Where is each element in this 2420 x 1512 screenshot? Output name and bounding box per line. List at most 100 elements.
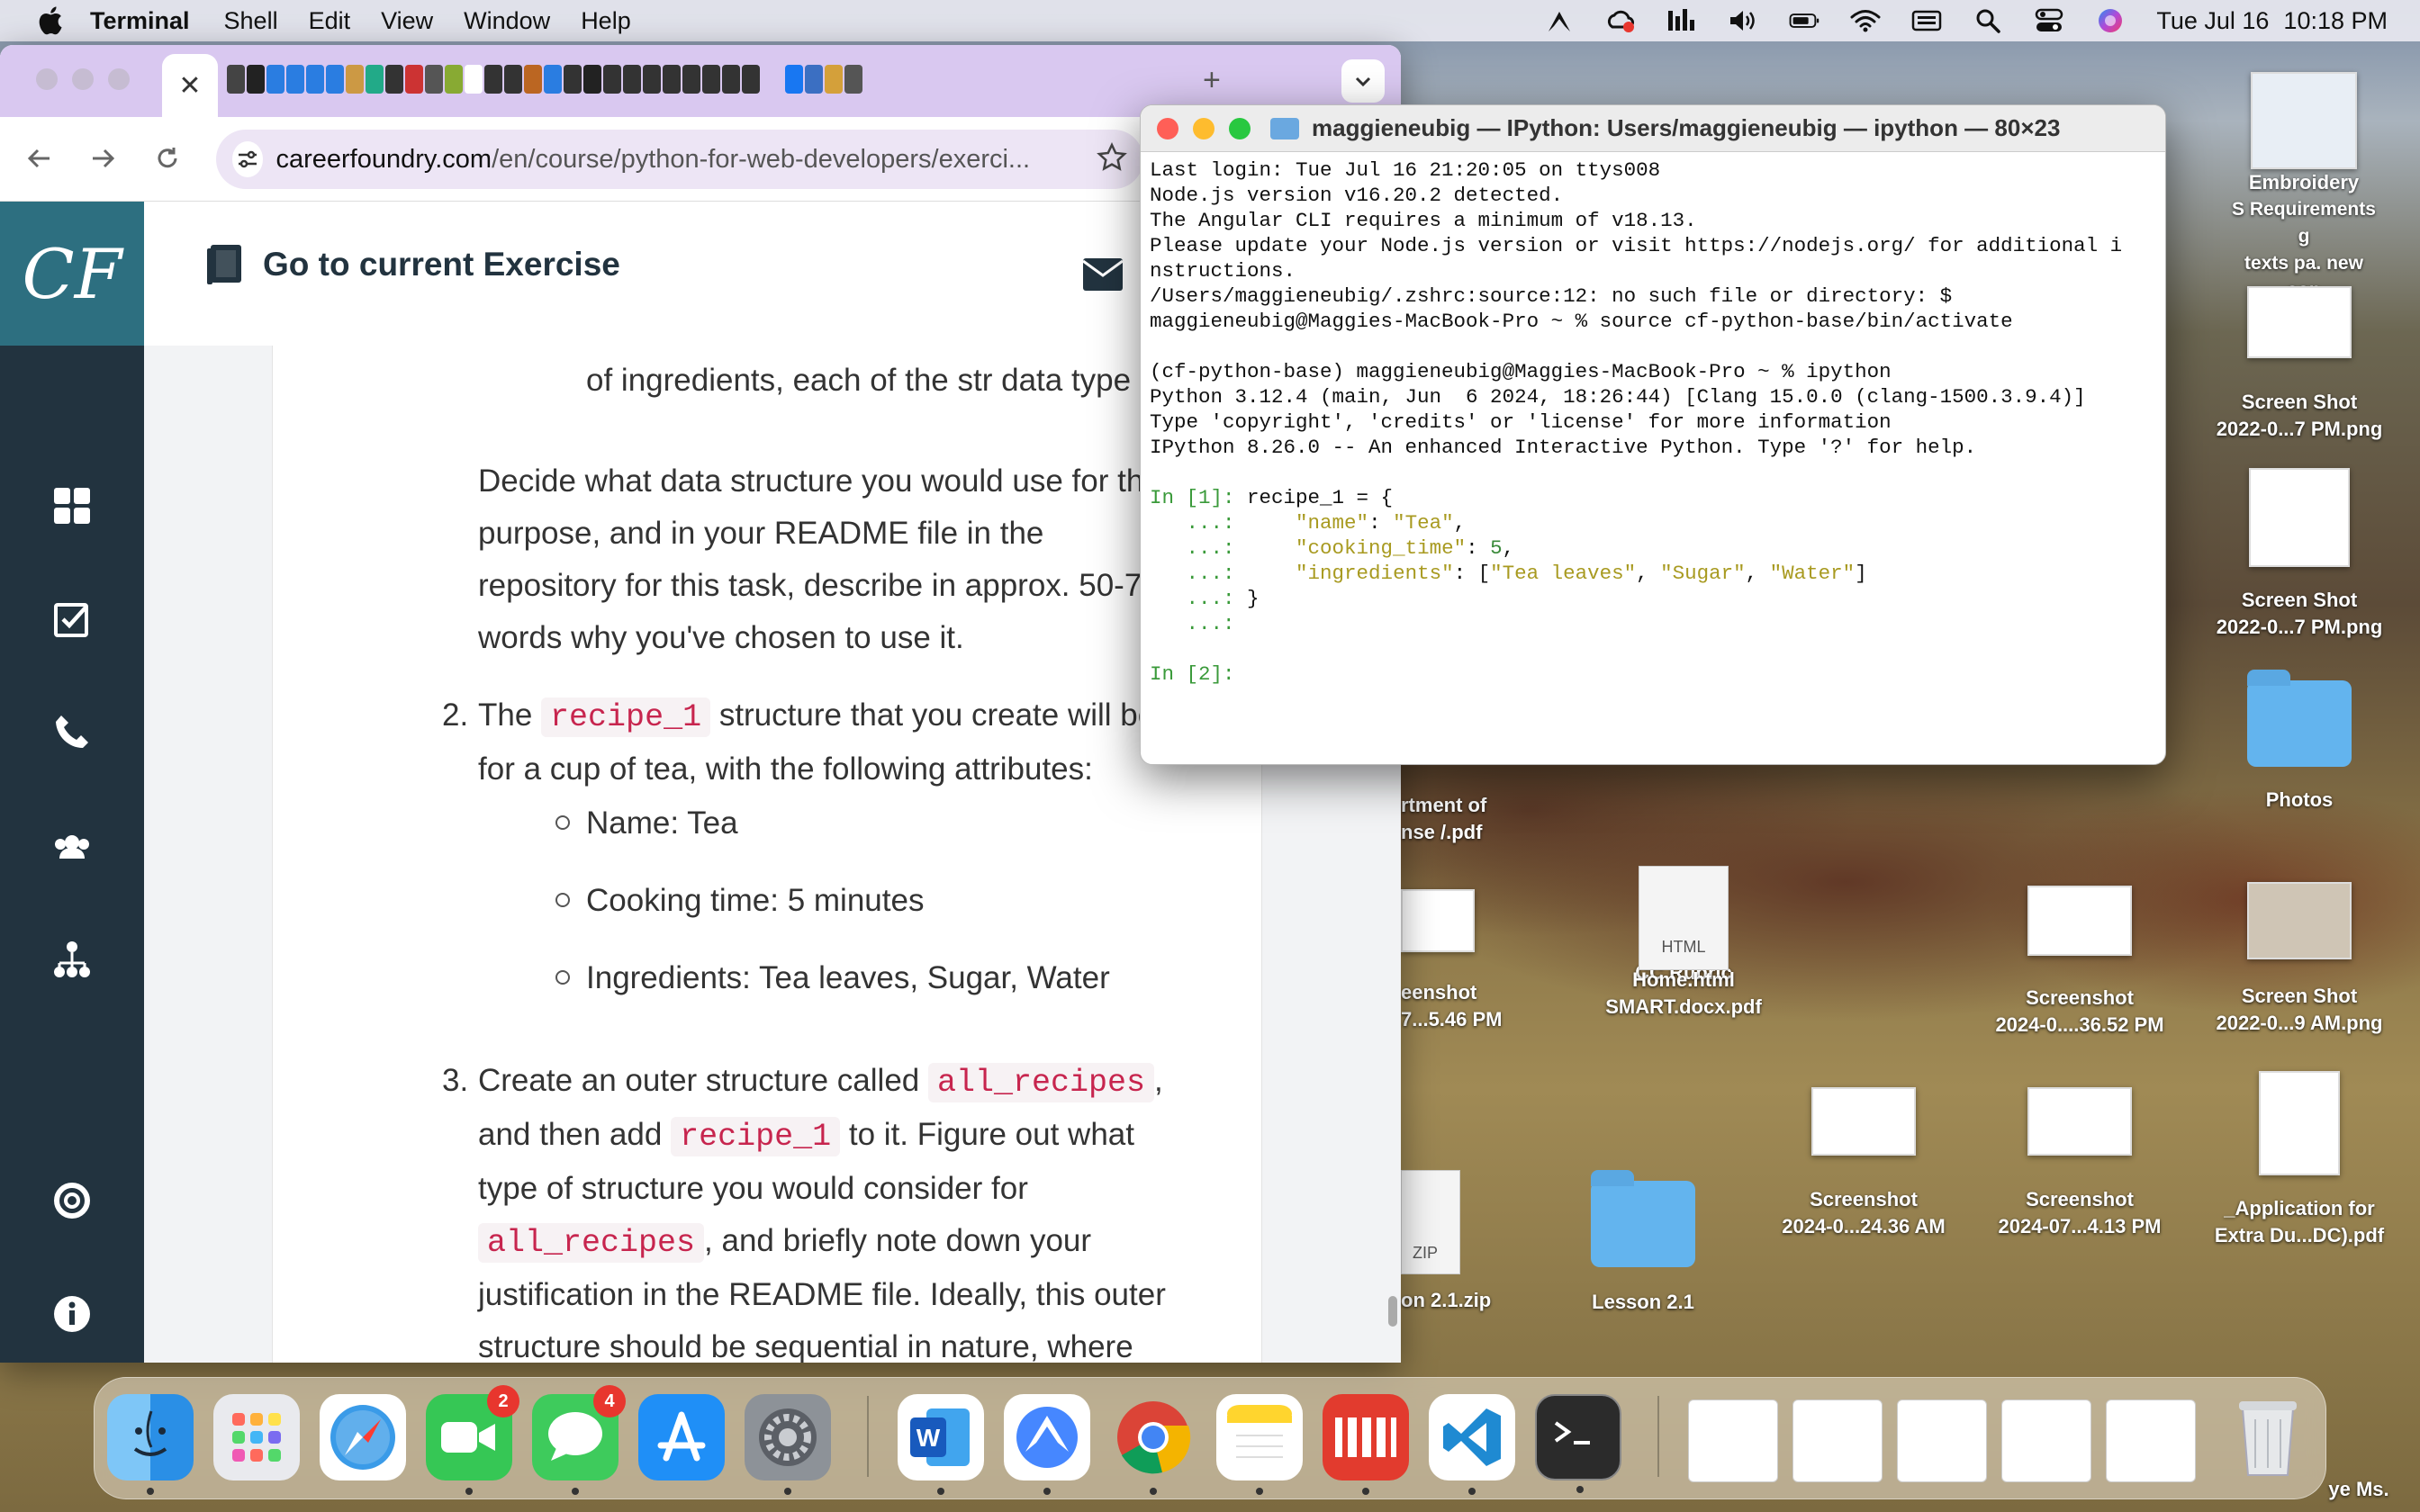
tab-favicon[interactable] <box>445 65 463 94</box>
tab-favicon[interactable] <box>524 65 542 94</box>
go-to-exercise-link[interactable]: Go to current Exercise <box>205 243 620 286</box>
menu-edit[interactable]: Edit <box>309 7 351 35</box>
desktop-icon-application-pdf[interactable]: _Application for Extra Du...DC).pdf <box>2182 1071 2416 1249</box>
tab-favicon[interactable] <box>564 65 582 94</box>
dock-minimized-window[interactable] <box>1792 1400 1883 1482</box>
minimize-window-button[interactable] <box>72 68 94 90</box>
active-tab[interactable]: ✕ <box>162 54 218 117</box>
zoom-window-button[interactable] <box>108 68 130 90</box>
tab-favicon[interactable] <box>583 65 601 94</box>
dock-terminal-icon[interactable] <box>1535 1394 1621 1493</box>
tab-search-button[interactable] <box>1341 59 1385 103</box>
desktop-icon-screenshot-6[interactable]: Screenshot 2024-0...24.36 AM <box>1747 1087 1981 1240</box>
dock-minimized-window[interactable] <box>2106 1400 2196 1482</box>
address-bar[interactable]: careerfoundry.com /en/course/python-for-… <box>216 130 1143 189</box>
tab-favicon[interactable] <box>484 65 502 94</box>
dock-app-store-icon[interactable] <box>638 1394 725 1480</box>
menubar-clock[interactable]: Tue Jul 16 10:18 PM <box>2156 7 2388 35</box>
dashboard-icon[interactable] <box>50 484 94 527</box>
tab-favicon[interactable] <box>623 65 641 94</box>
tab-favicon[interactable] <box>286 65 304 94</box>
page-scrollbar[interactable] <box>1388 1296 1397 1327</box>
tab-favicon[interactable] <box>385 65 403 94</box>
tab-favicon[interactable] <box>227 65 245 94</box>
creative-cloud-icon[interactable] <box>1605 7 1636 34</box>
checklist-icon[interactable] <box>50 598 94 641</box>
zoom-window-button[interactable] <box>1229 117 1251 140</box>
istat-menus-icon[interactable] <box>1666 7 1697 34</box>
tab-favicon[interactable] <box>805 65 823 94</box>
dock-vscode-icon[interactable] <box>1429 1394 1515 1495</box>
dock-finder-icon[interactable] <box>107 1394 194 1495</box>
tab-favicon[interactable] <box>247 65 265 94</box>
desktop-icon-screenshot-5[interactable]: Screen Shot 2022-0...9 AM.png <box>2182 882 2416 1037</box>
tab-favicon[interactable] <box>504 65 522 94</box>
dock-minimized-window[interactable] <box>1897 1400 1987 1482</box>
dock-system-settings-icon[interactable] <box>745 1394 831 1495</box>
site-info-icon[interactable] <box>232 141 264 177</box>
reload-button[interactable] <box>148 139 187 178</box>
dock-word-icon[interactable]: W <box>898 1394 984 1495</box>
community-icon[interactable] <box>50 824 94 868</box>
dock-notes-icon[interactable] <box>1216 1394 1303 1495</box>
network-icon[interactable] <box>50 938 94 981</box>
minimize-window-button[interactable] <box>1193 117 1215 140</box>
menu-app-name[interactable]: Terminal <box>90 7 190 35</box>
tab-favicon[interactable] <box>825 65 843 94</box>
desktop-icon-lesson-2-1[interactable]: Lesson 2.1 <box>1522 1170 1765 1316</box>
menu-view[interactable]: View <box>381 7 433 35</box>
tab-favicon[interactable] <box>465 65 483 94</box>
back-button[interactable] <box>20 139 59 178</box>
tab-favicon[interactable] <box>366 65 384 94</box>
apple-menu-icon[interactable] <box>36 4 68 37</box>
desktop-icon-screenshot-4[interactable]: Screenshot 2024-0....36.52 PM <box>1963 886 2197 1039</box>
tab-favicon[interactable] <box>346 65 364 94</box>
desktop-icon-screenshot-2[interactable]: Screen Shot 2022-0...7 PM.png <box>2182 468 2416 641</box>
menu-help[interactable]: Help <box>581 7 631 35</box>
desktop-icon-photos[interactable]: Photos <box>2182 670 2416 814</box>
desktop-icon-pdf-department[interactable]: rtment of nse /.pdf <box>1401 792 1509 846</box>
vpn-status-icon[interactable] <box>1544 7 1575 34</box>
dock-nordvpn-icon[interactable] <box>1004 1394 1090 1495</box>
dock-facetime-icon[interactable]: 2 <box>426 1385 519 1495</box>
menu-shell[interactable]: Shell <box>224 7 278 35</box>
tab-favicon[interactable] <box>405 65 423 94</box>
tab-favicon[interactable] <box>742 65 760 94</box>
tab-favicon[interactable] <box>682 65 700 94</box>
tab-favicon[interactable] <box>785 65 803 94</box>
tab-favicon[interactable] <box>544 65 562 94</box>
tab-favicon[interactable] <box>722 65 740 94</box>
cf-logo[interactable]: CF <box>0 202 144 346</box>
phone-icon[interactable] <box>50 711 94 754</box>
menu-window[interactable]: Window <box>464 7 550 35</box>
battery-icon[interactable] <box>1789 7 1820 34</box>
siri-icon[interactable] <box>2095 7 2126 34</box>
dock-minimized-window[interactable] <box>1688 1400 1778 1482</box>
tab-favicon[interactable] <box>425 65 443 94</box>
dock-launchpad-icon[interactable] <box>213 1394 300 1480</box>
dock-safari-icon[interactable] <box>320 1394 406 1480</box>
desktop-icon-home-html[interactable]: HTML CC Rubric Home.html SMART.docx.pdf <box>1549 866 1819 1021</box>
volume-icon[interactable] <box>1728 7 1758 34</box>
forward-button[interactable] <box>83 139 122 178</box>
terminal-output[interactable]: Last login: Tue Jul 16 21:20:05 on ttys0… <box>1150 158 2158 687</box>
help-icon[interactable] <box>50 1179 94 1222</box>
dock-mimestream-icon[interactable] <box>1323 1394 1409 1495</box>
close-window-button[interactable] <box>1157 117 1178 140</box>
desktop-icon-zip[interactable]: ZIP on 2.1.zip <box>1401 1170 1518 1314</box>
dock-chrome-icon[interactable] <box>1110 1394 1196 1495</box>
tab-favicon[interactable] <box>603 65 621 94</box>
tab-favicon[interactable] <box>643 65 661 94</box>
wifi-icon[interactable] <box>1850 7 1881 34</box>
dock-messages-icon[interactable]: 4 <box>532 1385 626 1495</box>
desktop-icon-screenshot-7[interactable]: Screenshot 2024-07...4.13 PM <box>1963 1087 2197 1240</box>
tab-favicon[interactable] <box>306 65 324 94</box>
keyboard-input-icon[interactable] <box>1911 7 1942 34</box>
tab-favicon[interactable] <box>844 65 862 94</box>
tab-favicon[interactable] <box>702 65 720 94</box>
tab-favicon[interactable] <box>663 65 681 94</box>
dock-minimized-window[interactable] <box>2001 1400 2091 1482</box>
desktop-icon-screenshot-3[interactable]: eenshot 7...5.46 PM <box>1401 889 1518 1033</box>
close-window-button[interactable] <box>36 68 58 90</box>
tab-favicon[interactable] <box>326 65 344 94</box>
